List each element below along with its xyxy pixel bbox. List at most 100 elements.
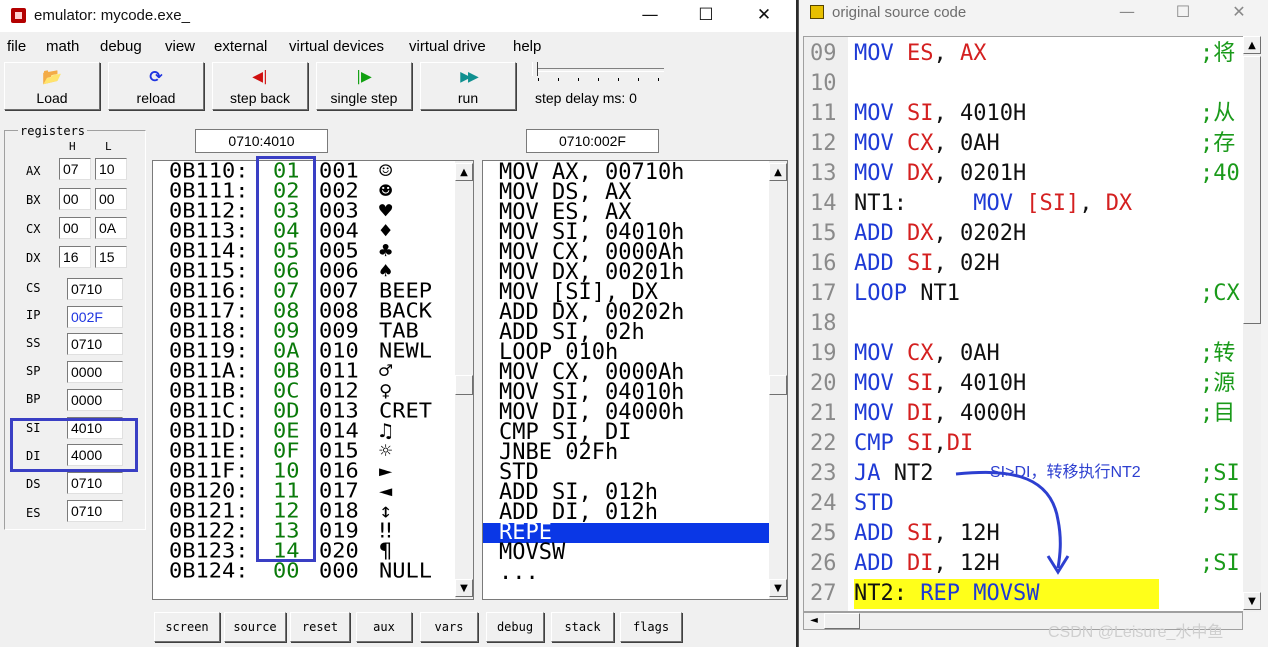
source-minimize-button[interactable]: —: [1101, 0, 1153, 26]
reg-sp-value[interactable]: 0000: [67, 361, 123, 383]
source-button[interactable]: source: [224, 612, 286, 642]
source-line[interactable]: 11 MOV SI, 4010H ;从: [804, 99, 1244, 129]
single-step-button[interactable]: |▶ single step: [316, 62, 412, 110]
source-line[interactable]: 14 NT1: MOV [SI], DX: [804, 189, 1244, 219]
run-button[interactable]: ▶▶ run: [420, 62, 516, 110]
reg-ip-value[interactable]: 002F: [67, 306, 123, 328]
menu-help[interactable]: help: [513, 38, 541, 55]
menu-virtual-devices[interactable]: virtual devices: [289, 38, 384, 55]
source-titlebar: original source code — ☐ ✕: [799, 0, 1268, 30]
aux-button[interactable]: aux: [356, 612, 412, 642]
source-line[interactable]: 15 ADD DX, 0202H: [804, 219, 1244, 249]
memory-address-input[interactable]: 0710:4010: [195, 129, 328, 153]
reset-button[interactable]: reset: [290, 612, 350, 642]
load-button[interactable]: 📂 Load: [4, 62, 100, 110]
source-line[interactable]: 19 MOV CX, 0AH ;转: [804, 339, 1244, 369]
memory-char-value: NULL: [379, 560, 432, 584]
code-token: [SI]: [1026, 191, 1080, 216]
debug-button[interactable]: debug: [486, 612, 544, 642]
memory-decimal-value: 013: [319, 400, 359, 424]
reg-cs-value[interactable]: 0710: [67, 278, 123, 300]
close-button[interactable]: ✕: [736, 0, 792, 30]
memory-scroll-thumb[interactable]: [455, 375, 473, 395]
step-delay-slider[interactable]: [532, 62, 538, 76]
vars-button[interactable]: vars: [420, 612, 478, 642]
code-text: MOV DI, 4000H: [854, 399, 1026, 429]
stack-button[interactable]: stack: [551, 612, 614, 642]
memory-char-value: ☻: [379, 180, 393, 204]
source-close-button[interactable]: ✕: [1213, 0, 1265, 26]
code-token: MOV: [854, 131, 907, 156]
scroll-up-arrow-icon[interactable]: ▲: [455, 163, 473, 181]
code-token: MOV: [854, 101, 907, 126]
code-text: NT2: REP MOVSW: [854, 579, 1160, 609]
menu-debug[interactable]: debug: [100, 38, 142, 55]
minimize-button[interactable]: —: [622, 0, 678, 30]
source-line[interactable]: 22 CMP SI,DI: [804, 429, 1244, 459]
reg-ss-value[interactable]: 0710: [67, 333, 123, 355]
reg-bp-value[interactable]: 0000: [67, 389, 123, 411]
step-back-button[interactable]: ◀| step back: [212, 62, 308, 110]
disassembly-list[interactable]: MOV AX, 00710h MOV DS, AX MOV ES, AX MOV SI…: [482, 160, 788, 600]
reg-es-value[interactable]: 0710: [67, 500, 123, 522]
menu-file[interactable]: file: [7, 38, 26, 55]
scroll-down-arrow-icon[interactable]: ▼: [455, 579, 473, 597]
source-hscroll-thumb[interactable]: [824, 613, 860, 629]
source-scrollbar[interactable]: ▲ ▼: [1243, 36, 1261, 612]
reg-ax-high[interactable]: 07: [59, 158, 91, 180]
source-scroll-thumb[interactable]: [1243, 56, 1261, 324]
memory-address: 0B123:: [169, 540, 249, 564]
scroll-down-arrow-icon[interactable]: ▼: [769, 579, 787, 597]
line-number: 22: [810, 431, 837, 456]
flags-button[interactable]: flags: [620, 612, 682, 642]
source-line[interactable]: 13 MOV DX, 0201H ;40: [804, 159, 1244, 189]
source-maximize-button[interactable]: ☐: [1157, 0, 1209, 26]
reg-ax-low[interactable]: 10: [95, 158, 127, 180]
memory-address: 0B119:: [169, 340, 249, 364]
reg-bp-label: BP: [26, 392, 41, 406]
reg-cx-high[interactable]: 00: [59, 217, 91, 239]
disassembly-scrollbar[interactable]: ▲ ▼: [769, 161, 787, 599]
source-line[interactable]: 18: [804, 309, 1244, 339]
code-address-input[interactable]: 0710:002F: [526, 129, 659, 153]
source-line[interactable]: 17 LOOP NT1 ;CX: [804, 279, 1244, 309]
memory-decimal-value: 004: [319, 220, 359, 244]
reg-cx-low[interactable]: 0A: [95, 217, 127, 239]
reg-dx-high[interactable]: 16: [59, 246, 91, 268]
step-delay-track[interactable]: [534, 68, 664, 72]
memory-decimal-value: 012: [319, 380, 359, 404]
disassembly-scroll-thumb[interactable]: [769, 375, 787, 395]
disassembly-row[interactable]: ...: [483, 562, 771, 584]
source-line[interactable]: 12 MOV CX, 0AH ;存: [804, 129, 1244, 159]
menu-external[interactable]: external: [214, 38, 267, 55]
emulator-title: emulator: mycode.exe_: [34, 7, 190, 24]
scroll-left-arrow-icon[interactable]: ◄: [806, 613, 822, 629]
reg-ds-value[interactable]: 0710: [67, 472, 123, 494]
reg-bx-high[interactable]: 00: [59, 188, 91, 210]
source-line[interactable]: 20 MOV SI, 4010H ;源: [804, 369, 1244, 399]
source-line[interactable]: 10: [804, 69, 1244, 99]
menu-virtual-drive[interactable]: virtual drive: [409, 38, 486, 55]
source-line[interactable]: 16 ADD SI, 02H: [804, 249, 1244, 279]
scroll-up-arrow-icon[interactable]: ▲: [769, 163, 787, 181]
maximize-button[interactable]: ☐: [678, 0, 734, 30]
menu-view[interactable]: view: [165, 38, 195, 55]
reg-bx-low[interactable]: 00: [95, 188, 127, 210]
memory-decimal-value: 003: [319, 200, 359, 224]
menu-math[interactable]: math: [46, 38, 79, 55]
memory-address: 0B11C:: [169, 400, 249, 424]
line-number: 20: [810, 371, 837, 396]
reload-button[interactable]: ⟳ reload: [108, 62, 204, 110]
reg-dx-low[interactable]: 15: [95, 246, 127, 268]
memory-decimal-value: 006: [319, 260, 359, 284]
memory-address: 0B11D:: [169, 420, 249, 444]
source-line[interactable]: 21 MOV DI, 4000H ;目: [804, 399, 1244, 429]
source-line[interactable]: 09 MOV ES, AX ;将: [804, 39, 1244, 69]
memory-scrollbar[interactable]: ▲ ▼: [455, 161, 473, 599]
code-token: , 4010H: [933, 101, 1027, 126]
scroll-down-arrow-icon[interactable]: ▼: [1243, 592, 1261, 610]
screen-button[interactable]: screen: [154, 612, 220, 642]
scroll-up-arrow-icon[interactable]: ▲: [1243, 36, 1261, 54]
source-app-icon: [810, 5, 824, 19]
source-line-current[interactable]: 27 NT2: REP MOVSW: [804, 579, 1244, 609]
